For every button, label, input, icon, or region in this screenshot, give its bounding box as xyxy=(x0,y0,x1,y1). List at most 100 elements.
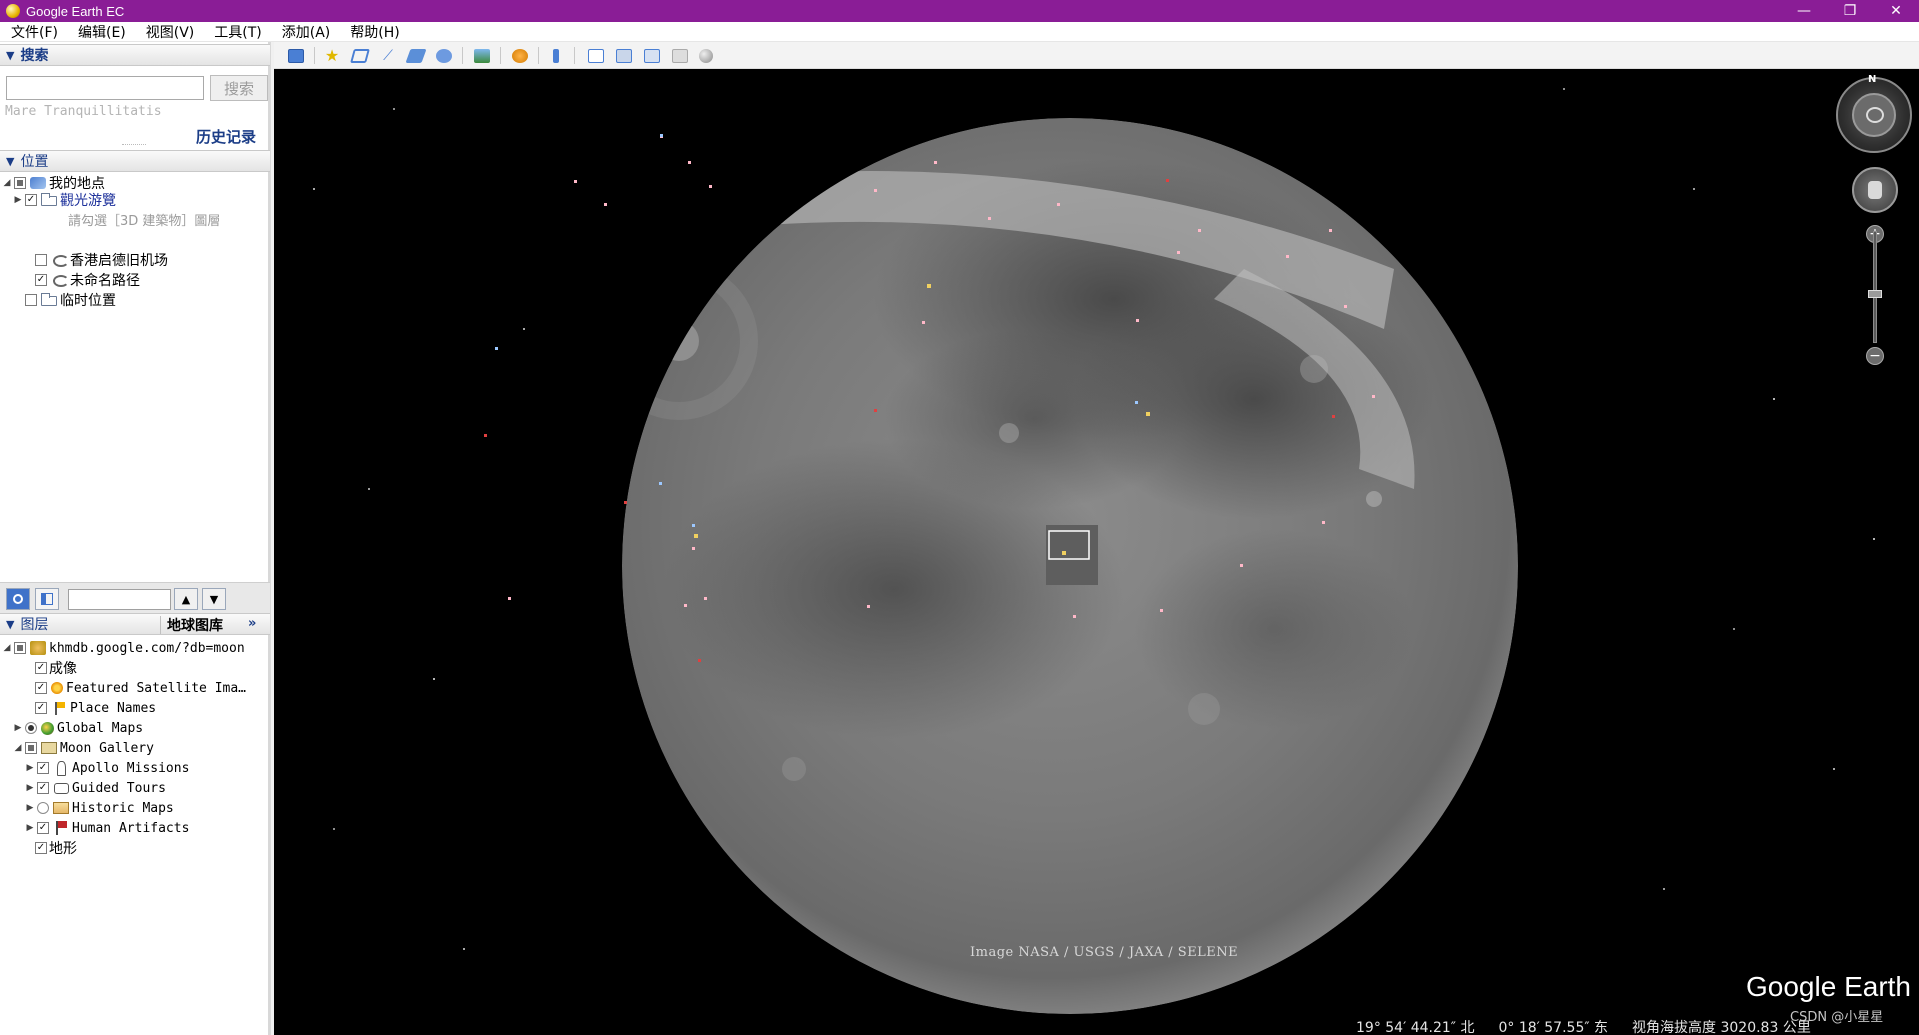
gallery-more-button[interactable]: » xyxy=(248,616,256,631)
restore-button[interactable]: ❐ xyxy=(1827,0,1873,22)
expand-arrow-icon[interactable]: ◢ xyxy=(13,743,23,753)
places-filter-input[interactable] xyxy=(68,589,171,610)
layer-item-terrain[interactable]: ✓ 地形 xyxy=(23,838,77,858)
places-panel-title: 位置 xyxy=(20,154,49,170)
layer-item-place-names[interactable]: ✓ Place Names xyxy=(23,698,156,718)
layer-item-moon-db[interactable]: ◢ khmdb.google.com/?db=moon xyxy=(2,638,245,658)
search-places-button[interactable] xyxy=(6,588,30,610)
expand-arrow-icon[interactable]: ◢ xyxy=(2,643,12,653)
ruler-button[interactable] xyxy=(544,45,568,66)
layer-item-global-maps[interactable]: ▶ Global Maps xyxy=(13,718,144,738)
look-control[interactable] xyxy=(1836,77,1912,153)
tree-checkbox[interactable]: ✓ xyxy=(25,194,37,206)
layer-label: Place Names xyxy=(70,700,157,716)
expand-arrow-icon[interactable]: ▶ xyxy=(13,723,23,733)
toggle-sidebar-button[interactable] xyxy=(284,45,308,66)
expand-arrow-icon[interactable]: ▶ xyxy=(25,763,35,773)
collapse-triangle-icon: ▼ xyxy=(6,154,15,168)
search-button[interactable]: 搜索 xyxy=(210,75,268,101)
tree-item-sightseeing[interactable]: ▶ ✓ 觀光游覽 xyxy=(13,190,116,210)
email-button[interactable] xyxy=(584,45,608,66)
view-in-maps-button[interactable] xyxy=(668,45,692,66)
north-indicator[interactable]: N xyxy=(1868,74,1876,85)
layer-item-apollo-missions[interactable]: ▶ ✓ Apollo Missions xyxy=(25,758,189,778)
tree-item-temporary-places[interactable]: 临时位置 xyxy=(13,290,116,310)
expand-arrow-icon[interactable]: ◢ xyxy=(2,178,12,188)
add-polygon-button[interactable] xyxy=(348,45,372,66)
add-path-button[interactable]: ⟋ xyxy=(376,45,400,66)
expand-arrow-icon[interactable]: ▶ xyxy=(25,783,35,793)
switch-planet-button[interactable] xyxy=(508,45,532,66)
move-up-button[interactable]: ▲ xyxy=(174,588,198,610)
earth-view[interactable]: Image NASA / USGS / JAXA / SELENE Google… xyxy=(274,69,1919,1035)
layer-checkbox[interactable]: ✓ xyxy=(35,682,47,694)
menu-view[interactable]: 视图(V) xyxy=(135,22,204,42)
toggle-panel-button[interactable] xyxy=(35,588,59,610)
expand-arrow-icon[interactable]: ▶ xyxy=(25,823,35,833)
database-icon xyxy=(30,641,46,655)
add-placemark-button[interactable]: ★ xyxy=(320,45,344,66)
layer-item-guided-tours[interactable]: ▶ ✓ Guided Tours xyxy=(25,778,166,798)
tree-checkbox[interactable] xyxy=(14,177,26,189)
longitude-readout: 0° 18′ 57.55″ 东 xyxy=(1498,1020,1609,1035)
layer-item-imagery[interactable]: ✓ 成像 xyxy=(23,658,77,678)
tree-item-label: 香港启德旧机场 xyxy=(70,253,168,269)
record-tour-button[interactable] xyxy=(432,45,456,66)
layer-checkbox[interactable]: ✓ xyxy=(37,782,49,794)
places-panel-header[interactable]: ▼ 位置 xyxy=(0,150,270,172)
menu-help[interactable]: 帮助(H) xyxy=(339,22,408,42)
layer-radio[interactable] xyxy=(37,802,49,814)
maps-view-icon xyxy=(672,48,688,63)
look-joystick[interactable] xyxy=(1852,93,1896,137)
minimize-button[interactable]: — xyxy=(1781,0,1827,22)
layer-radio[interactable] xyxy=(25,722,37,734)
layer-label: Apollo Missions xyxy=(72,760,190,776)
tree-item-untitled-path[interactable]: ✓ 未命名路径 xyxy=(23,270,140,290)
save-image-button[interactable] xyxy=(640,45,664,66)
resize-grip[interactable] xyxy=(122,144,146,146)
hand-icon xyxy=(1868,181,1882,199)
add-image-overlay-button[interactable] xyxy=(404,45,428,66)
print-button[interactable] xyxy=(612,45,636,66)
zoom-slider-track[interactable] xyxy=(1873,231,1877,343)
layers-panel-title: 图层 xyxy=(20,617,49,633)
zoom-slider-handle[interactable] xyxy=(1868,290,1882,298)
tree-checkbox[interactable] xyxy=(35,254,47,266)
layer-checkbox[interactable]: ✓ xyxy=(37,762,49,774)
overlay-icon xyxy=(405,48,427,63)
search-input[interactable] xyxy=(6,76,204,100)
zoom-out-button[interactable]: − xyxy=(1866,347,1884,365)
menu-file[interactable]: 文件(F) xyxy=(0,22,67,42)
close-button[interactable]: ✕ xyxy=(1873,0,1919,22)
earth-view-button[interactable] xyxy=(694,45,718,66)
historical-imagery-button[interactable] xyxy=(470,45,494,66)
move-down-button[interactable]: ▼ xyxy=(202,588,226,610)
tree-item-kaitak[interactable]: 香港启德旧机场 xyxy=(23,250,168,270)
earth-gallery-tab[interactable]: 地球图库 xyxy=(160,616,223,634)
layer-item-moon-gallery[interactable]: ◢ Moon Gallery xyxy=(13,738,154,758)
menu-add[interactable]: 添加(A) xyxy=(271,22,340,42)
expand-arrow-icon[interactable]: ▶ xyxy=(13,195,23,205)
magnifier-icon xyxy=(13,594,23,604)
title-bar: Google Earth EC — ❐ ✕ xyxy=(0,0,1919,22)
expand-arrow-icon[interactable]: ▶ xyxy=(25,803,35,813)
history-link[interactable]: 历史记录 xyxy=(196,126,256,147)
search-panel-header[interactable]: ▼ 搜索 xyxy=(0,44,270,66)
layer-checkbox[interactable] xyxy=(14,642,26,654)
menu-tools[interactable]: 工具(T) xyxy=(203,22,270,42)
layer-checkbox[interactable]: ✓ xyxy=(35,702,47,714)
tree-checkbox[interactable]: ✓ xyxy=(35,274,47,286)
sphere-icon xyxy=(699,48,713,63)
layers-panel-header[interactable]: ▼ 图层 地球图库 » xyxy=(0,613,270,635)
layer-item-human-artifacts[interactable]: ▶ ✓ Human Artifacts xyxy=(25,818,190,838)
layer-checkbox[interactable]: ✓ xyxy=(35,842,47,854)
layer-item-featured-satellite[interactable]: ✓ Featured Satellite Ima… xyxy=(23,678,246,698)
menu-edit[interactable]: 编辑(E) xyxy=(67,22,135,42)
layer-checkbox[interactable] xyxy=(25,742,37,754)
tree-checkbox[interactable] xyxy=(25,294,37,306)
layer-checkbox[interactable]: ✓ xyxy=(35,662,47,674)
move-control[interactable] xyxy=(1852,167,1898,213)
layer-checkbox[interactable]: ✓ xyxy=(37,822,49,834)
moon-globe[interactable] xyxy=(274,69,1919,1035)
layer-item-historic-maps[interactable]: ▶ Historic Maps xyxy=(25,798,174,818)
